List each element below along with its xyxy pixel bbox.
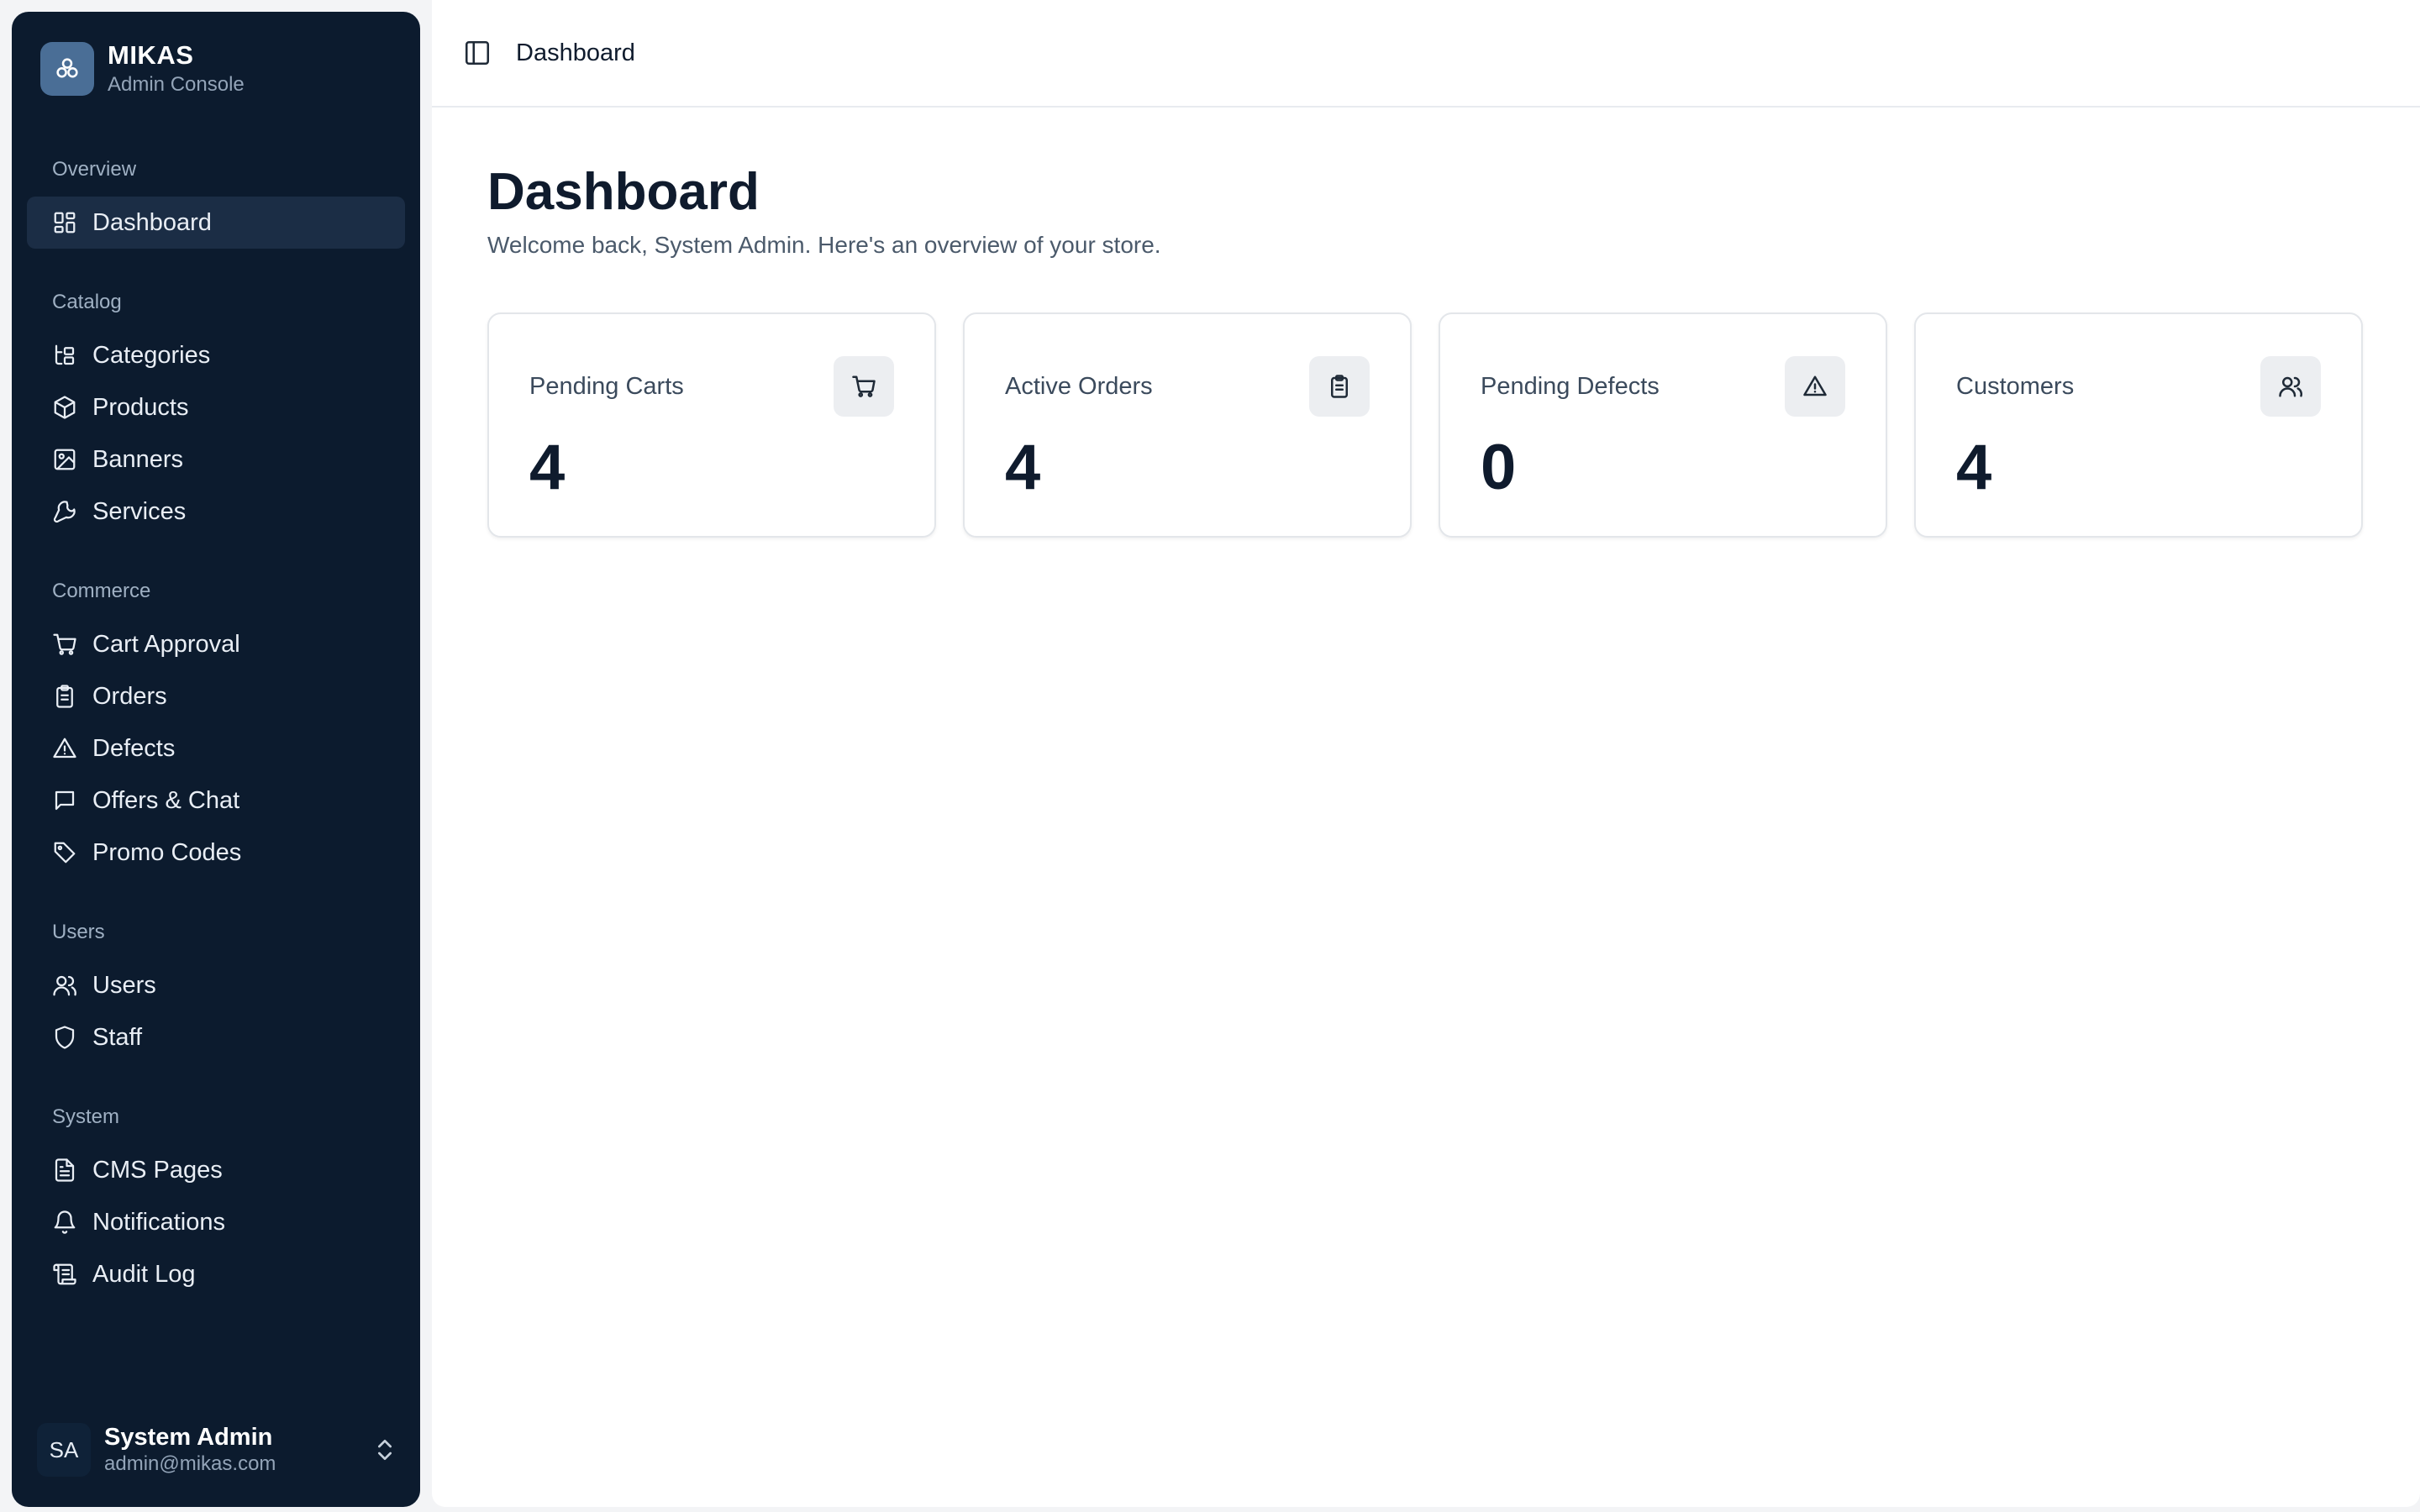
stat-card-value: 4 (1956, 432, 1992, 503)
stat-card-label: Pending Defects (1481, 373, 1660, 400)
section-label-system: System (52, 1105, 120, 1128)
sidebar-item-categories[interactable]: Categories (27, 329, 405, 381)
stat-card-value: 4 (529, 432, 566, 503)
topbar: Dashboard (432, 0, 2420, 108)
brand-subtitle: Admin Console (108, 73, 245, 96)
brand-name: MIKAS (108, 40, 194, 70)
sidebar-item-label: Orders (92, 682, 167, 710)
warning-icon (1785, 356, 1845, 417)
brand[interactable]: MIKAS Admin Console (40, 40, 245, 97)
wrench-icon (52, 499, 77, 524)
section-label-overview: Overview (52, 158, 137, 181)
section-label-commerce: Commerce (52, 580, 151, 602)
sidebar-item-promo-codes[interactable]: Promo Codes (27, 827, 405, 879)
stat-card-label: Customers (1956, 373, 2075, 400)
sidebar-item-staff[interactable]: Staff (27, 1011, 405, 1063)
document-icon (52, 1158, 77, 1183)
warning-icon (52, 736, 77, 761)
stat-card-active-orders[interactable]: Active Orders 4 (963, 312, 1412, 538)
sidebar-item-banners[interactable]: Banners (27, 433, 405, 486)
sidebar-item-label: Audit Log (92, 1260, 196, 1288)
main-panel: Dashboard Dashboard Welcome back, System… (432, 0, 2420, 1507)
sidebar: MIKAS Admin Console Overview Dashboard C… (12, 12, 420, 1507)
stat-card-value: 4 (1005, 432, 1041, 503)
user-menu[interactable]: SA System Admin admin@mikas.com (37, 1418, 398, 1482)
sidebar-item-label: Cart Approval (92, 630, 240, 658)
user-name: System Admin (104, 1424, 273, 1451)
stats-cards: Pending Carts 4 Active Orders 4 Pending … (487, 312, 2365, 538)
sidebar-item-label: Products (92, 393, 189, 421)
tag-icon (52, 840, 77, 865)
shield-icon (52, 1025, 77, 1050)
stat-card-customers[interactable]: Customers 4 (1914, 312, 2363, 538)
stat-card-label: Active Orders (1005, 373, 1153, 400)
users-icon (2260, 356, 2321, 417)
stat-card-label: Pending Carts (529, 373, 684, 400)
sidebar-item-cms-pages[interactable]: CMS Pages (27, 1144, 405, 1196)
sidebar-toggle-icon[interactable] (462, 38, 492, 68)
image-icon (52, 447, 77, 472)
scroll-icon (52, 1262, 77, 1287)
sidebar-item-users[interactable]: Users (27, 959, 405, 1011)
sidebar-item-products[interactable]: Products (27, 381, 405, 433)
sidebar-item-defects[interactable]: Defects (27, 722, 405, 774)
sidebar-item-label: Categories (92, 341, 211, 369)
sidebar-item-label: Promo Codes (92, 838, 242, 866)
user-email: admin@mikas.com (104, 1452, 276, 1475)
sidebar-nav: Overview Dashboard Catalog Categories Pr… (27, 155, 405, 1300)
sidebar-item-label: Users (92, 971, 156, 999)
categories-icon (52, 343, 77, 368)
app-root: MIKAS Admin Console Overview Dashboard C… (0, 0, 2420, 1512)
breadcrumb: Dashboard (516, 39, 635, 66)
sidebar-item-dashboard[interactable]: Dashboard (27, 197, 405, 249)
cart-icon (834, 356, 894, 417)
sidebar-item-label: Staff (92, 1023, 143, 1051)
sidebar-item-orders[interactable]: Orders (27, 670, 405, 722)
sidebar-item-cart-approval[interactable]: Cart Approval (27, 618, 405, 670)
avatar: SA (37, 1423, 91, 1477)
sidebar-item-label: Dashboard (92, 208, 212, 236)
dashboard-content: Dashboard Welcome back, System Admin. He… (487, 161, 2365, 538)
sidebar-item-offers-chat[interactable]: Offers & Chat (27, 774, 405, 827)
sidebar-item-label: Defects (92, 734, 176, 762)
sidebar-item-services[interactable]: Services (27, 486, 405, 538)
package-icon (52, 395, 77, 420)
users-icon (52, 973, 77, 998)
chat-icon (52, 788, 77, 813)
chevrons-up-down-icon[interactable] (371, 1436, 398, 1463)
sidebar-item-label: CMS Pages (92, 1156, 223, 1184)
stat-card-value: 0 (1481, 432, 1517, 503)
sidebar-item-label: Notifications (92, 1208, 225, 1236)
sidebar-item-audit-log[interactable]: Audit Log (27, 1248, 405, 1300)
sidebar-item-label: Banners (92, 445, 184, 473)
dashboard-icon (52, 210, 77, 235)
clipboard-icon (52, 684, 77, 709)
stat-card-pending-defects[interactable]: Pending Defects 0 (1439, 312, 1887, 538)
bell-icon (52, 1210, 77, 1235)
brand-logo-icon (40, 42, 94, 96)
page-subtitle: Welcome back, System Admin. Here's an ov… (487, 232, 1161, 258)
sidebar-item-label: Services (92, 497, 187, 525)
page-title: Dashboard (487, 163, 760, 221)
stat-card-pending-carts[interactable]: Pending Carts 4 (487, 312, 936, 538)
sidebar-item-notifications[interactable]: Notifications (27, 1196, 405, 1248)
section-label-users: Users (52, 921, 105, 943)
clipboard-icon (1309, 356, 1370, 417)
cart-icon (52, 632, 77, 657)
sidebar-item-label: Offers & Chat (92, 786, 240, 814)
section-label-catalog: Catalog (52, 291, 122, 313)
